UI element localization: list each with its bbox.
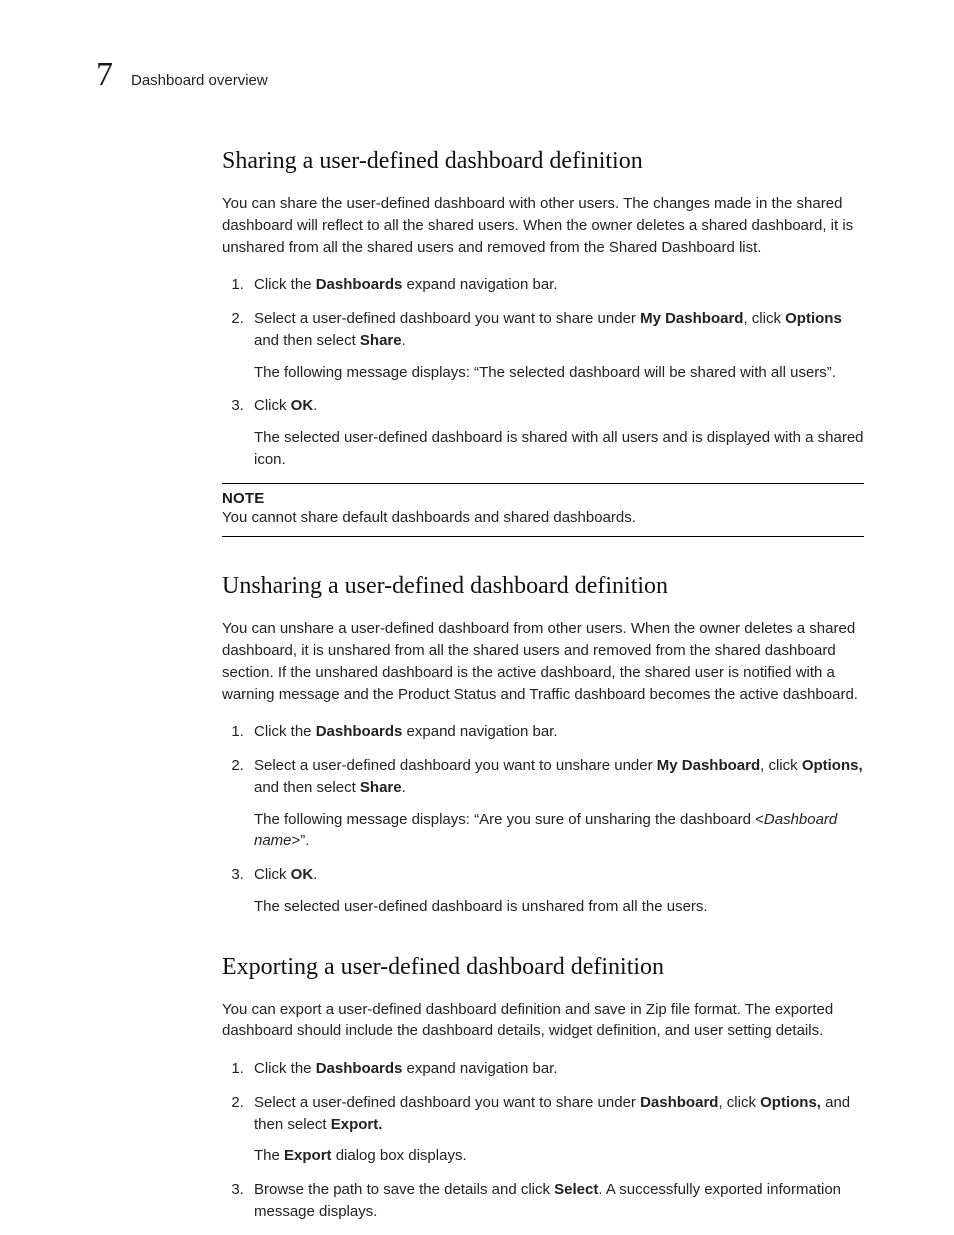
step-text: Click xyxy=(254,397,291,414)
section-heading-exporting: Exporting a user-defined dashboard defin… xyxy=(222,954,864,981)
section-sharing: Sharing a user-defined dashboard definit… xyxy=(222,148,864,537)
step-text: , click xyxy=(760,757,802,774)
chapter-number: 7 xyxy=(96,58,113,92)
step-item: Click the Dashboards expand navigation b… xyxy=(248,1058,864,1080)
steps-exporting: Click the Dashboards expand navigation b… xyxy=(222,1058,864,1223)
step-subtext: The selected user-defined dashboard is s… xyxy=(254,427,864,471)
section-exporting: Exporting a user-defined dashboard defin… xyxy=(222,954,864,1223)
bold-export: Export. xyxy=(331,1116,383,1133)
page: 7 Dashboard overview Sharing a user-defi… xyxy=(0,0,954,1235)
bold-share: Share xyxy=(360,779,402,796)
section-heading-unsharing: Unsharing a user-defined dashboard defin… xyxy=(222,573,864,600)
step-text: dialog box displays. xyxy=(332,1147,467,1164)
chapter-title: Dashboard overview xyxy=(131,72,268,89)
step-item: Click the Dashboards expand navigation b… xyxy=(248,274,864,296)
bold-options: Options, xyxy=(802,757,863,774)
step-text: Browse the path to save the details and … xyxy=(254,1181,554,1198)
step-text: and then select xyxy=(254,779,360,796)
bold-export: Export xyxy=(284,1147,332,1164)
section-unsharing: Unsharing a user-defined dashboard defin… xyxy=(222,573,864,917)
bold-my-dashboard: My Dashboard xyxy=(640,310,743,327)
intro-sharing: You can share the user-defined dashboard… xyxy=(222,193,864,258)
step-text: expand navigation bar. xyxy=(402,723,557,740)
step-text: >”. xyxy=(292,832,310,849)
bold-dashboards: Dashboards xyxy=(316,276,403,293)
section-heading-sharing: Sharing a user-defined dashboard definit… xyxy=(222,148,864,175)
bold-select: Select xyxy=(554,1181,598,1198)
step-text: . xyxy=(313,397,317,414)
bold-dashboard: Dashboard xyxy=(640,1094,718,1111)
step-text: . xyxy=(313,866,317,883)
step-subtext: The selected user-defined dashboard is u… xyxy=(254,896,864,918)
bold-dashboards: Dashboards xyxy=(316,723,403,740)
step-text: expand navigation bar. xyxy=(402,1060,557,1077)
step-item: Click OK. The selected user-defined dash… xyxy=(248,864,864,918)
bold-options: Options xyxy=(785,310,842,327)
intro-unsharing: You can unshare a user-defined dashboard… xyxy=(222,618,864,705)
steps-sharing: Click the Dashboards expand navigation b… xyxy=(222,274,864,470)
step-item: Click OK. The selected user-defined dash… xyxy=(248,395,864,470)
note-text: You cannot share default dashboards and … xyxy=(222,507,864,529)
bold-share: Share xyxy=(360,332,402,349)
intro-exporting: You can export a user-defined dashboard … xyxy=(222,999,864,1043)
step-text: Select a user-defined dashboard you want… xyxy=(254,310,640,327)
step-subtext: The Export dialog box displays. xyxy=(254,1145,864,1167)
step-text: . xyxy=(402,332,406,349)
step-item: Browse the path to save the details and … xyxy=(248,1179,864,1223)
note-block: NOTE You cannot share default dashboards… xyxy=(222,483,864,538)
step-subtext: The following message displays: “Are you… xyxy=(254,809,864,853)
step-text: Select a user-defined dashboard you want… xyxy=(254,1094,640,1111)
step-text: Click the xyxy=(254,723,316,740)
bold-my-dashboard: My Dashboard xyxy=(657,757,760,774)
step-item: Click the Dashboards expand navigation b… xyxy=(248,721,864,743)
step-text: and then select xyxy=(254,332,360,349)
steps-unsharing: Click the Dashboards expand navigation b… xyxy=(222,721,864,917)
bold-ok: OK xyxy=(291,397,314,414)
step-text: Click the xyxy=(254,1060,316,1077)
step-text: , click xyxy=(718,1094,760,1111)
bold-dashboards: Dashboards xyxy=(316,1060,403,1077)
step-text: The following message displays: “Are you… xyxy=(254,811,764,828)
page-header: 7 Dashboard overview xyxy=(96,58,864,92)
bold-ok: OK xyxy=(291,866,314,883)
step-subtext: The following message displays: “The sel… xyxy=(254,362,864,384)
step-text: expand navigation bar. xyxy=(402,276,557,293)
step-text: , click xyxy=(743,310,785,327)
step-text: The xyxy=(254,1147,284,1164)
step-text: Click the xyxy=(254,276,316,293)
note-label: NOTE xyxy=(222,490,864,507)
step-item: Select a user-defined dashboard you want… xyxy=(248,1092,864,1167)
step-text: Select a user-defined dashboard you want… xyxy=(254,757,657,774)
step-item: Select a user-defined dashboard you want… xyxy=(248,755,864,852)
page-content: Sharing a user-defined dashboard definit… xyxy=(222,148,864,1223)
bold-options: Options, xyxy=(760,1094,821,1111)
step-item: Select a user-defined dashboard you want… xyxy=(248,308,864,383)
step-text: Click xyxy=(254,866,291,883)
step-text: . xyxy=(402,779,406,796)
